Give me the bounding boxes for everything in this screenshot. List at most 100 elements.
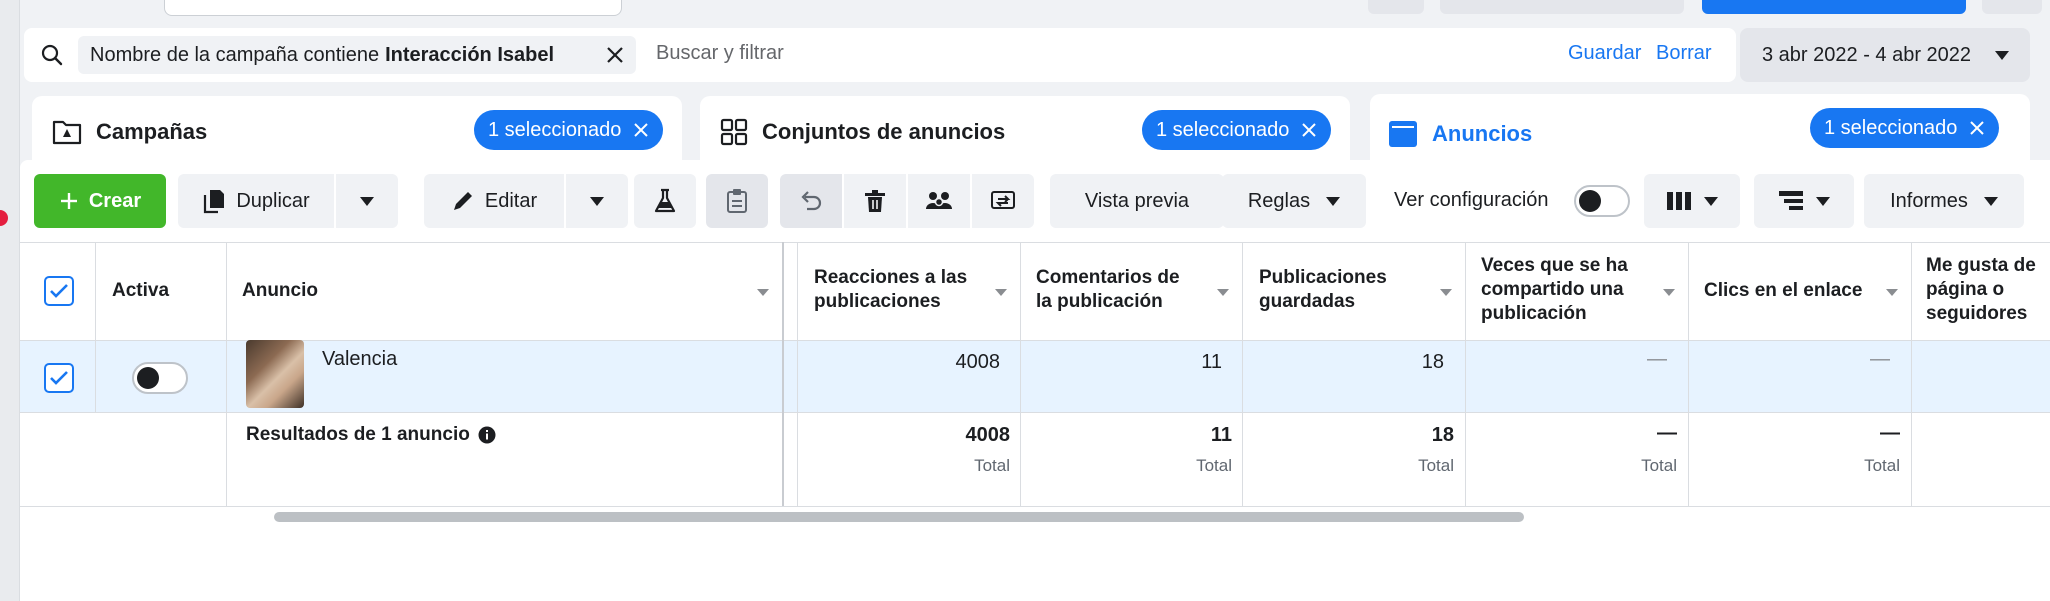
plus-icon xyxy=(60,193,77,209)
close-icon[interactable] xyxy=(1969,120,1985,136)
close-icon[interactable] xyxy=(602,42,628,68)
top-button-1[interactable] xyxy=(1368,0,1424,14)
top-search-field[interactable] xyxy=(164,0,622,16)
campaigns-selected-label: 1 seleccionado xyxy=(488,118,622,141)
edit-button[interactable]: Editar xyxy=(424,174,564,228)
header-shares[interactable]: Veces que se ha compartido una publicaci… xyxy=(1481,254,1628,326)
select-all-checkbox[interactable] xyxy=(44,276,74,306)
top-primary-button[interactable] xyxy=(1702,0,1966,14)
columns-icon xyxy=(1667,192,1691,210)
header-saved-line: Publicaciones xyxy=(1259,267,1387,288)
ads-selected-pill[interactable]: 1 seleccionado xyxy=(1810,108,2000,148)
save-filter-link[interactable]: Guardar xyxy=(1568,42,1641,65)
col-divider xyxy=(1688,242,1689,506)
chevron-down-icon xyxy=(1326,196,1341,206)
header-ad[interactable]: Anuncio xyxy=(242,279,318,303)
ad-name[interactable]: Valencia xyxy=(322,348,397,371)
view-config-toggle[interactable] xyxy=(1574,185,1630,217)
search-icon[interactable] xyxy=(40,43,64,67)
audience-button[interactable] xyxy=(908,174,970,228)
check-icon xyxy=(50,371,68,385)
totals-comments: 11 xyxy=(1210,424,1232,446)
totals-bottom-border xyxy=(20,506,2050,507)
header-likes-line: Me gusta de xyxy=(1926,255,2036,276)
edit-button-label: Editar xyxy=(484,189,538,212)
preview-button[interactable]: Vista previa xyxy=(1050,174,1224,228)
date-range-label: 3 abr 2022 - 4 abr 2022 xyxy=(1762,43,1972,66)
header-reactions-line: Reacciones a las xyxy=(814,267,968,288)
top-button-3[interactable] xyxy=(1982,0,2042,14)
header-comments-line: la publicación xyxy=(1036,291,1163,312)
filter-chip-prefix: Nombre de la campaña contiene xyxy=(90,43,380,66)
row-bottom-border xyxy=(20,412,2050,413)
header-clicks[interactable]: Clics en el enlace xyxy=(1704,279,1862,303)
clipboard-button[interactable] xyxy=(706,174,768,228)
sort-icon[interactable] xyxy=(757,289,769,296)
tab-ads-label: Anuncios xyxy=(1432,121,1533,146)
header-likes[interactable]: Me gusta de página o seguidores xyxy=(1926,254,2036,326)
reports-button-label: Informes xyxy=(1890,189,1968,212)
sort-icon[interactable] xyxy=(1217,289,1229,296)
close-icon[interactable] xyxy=(633,122,649,138)
left-edge xyxy=(0,0,20,601)
filter-chip[interactable]: Nombre de la campaña contiene Interacció… xyxy=(78,36,636,74)
top-button-2[interactable] xyxy=(1440,0,1684,14)
ad-active-toggle[interactable] xyxy=(132,362,188,394)
header-saved[interactable]: Publicaciones guardadas xyxy=(1259,266,1387,314)
sort-icon[interactable] xyxy=(1440,289,1452,296)
view-config-label: Ver configuración xyxy=(1394,189,1549,211)
sort-icon[interactable] xyxy=(1886,289,1898,296)
campaigns-selected-pill[interactable]: 1 seleccionado xyxy=(474,110,664,150)
header-saved-line: guardadas xyxy=(1259,291,1356,312)
row-clicks: — xyxy=(1870,348,1890,370)
header-shares-line: publicación xyxy=(1481,303,1587,324)
grid-icon xyxy=(720,118,748,146)
row-checkbox[interactable] xyxy=(44,363,74,393)
header-reactions[interactable]: Reacciones a las publicaciones xyxy=(814,266,967,314)
sort-icon[interactable] xyxy=(995,289,1007,296)
date-range-picker[interactable]: 3 abr 2022 - 4 abr 2022 xyxy=(1740,28,2030,82)
col-divider xyxy=(1020,242,1021,506)
duplicate-button[interactable]: Duplicar xyxy=(178,174,334,228)
share-button[interactable] xyxy=(972,174,1034,228)
ad-thumbnail[interactable] xyxy=(246,340,304,408)
search-input[interactable]: Buscar y filtrar xyxy=(656,42,784,65)
ads-selected-label: 1 seleccionado xyxy=(1824,116,1958,139)
tab-ad-sets[interactable]: Conjuntos de anuncios 1 seleccionado xyxy=(700,96,1350,168)
create-button-label: Crear xyxy=(88,189,142,212)
ad-sets-selected-pill[interactable]: 1 seleccionado xyxy=(1142,110,1332,150)
ab-test-button[interactable] xyxy=(634,174,696,228)
reports-button[interactable]: Informes xyxy=(1864,174,2024,228)
undo-icon xyxy=(801,191,822,211)
totals-shares-caption: Total xyxy=(1641,456,1677,475)
delete-button[interactable] xyxy=(844,174,906,228)
breakdown-button[interactable] xyxy=(1754,174,1854,228)
rules-button[interactable]: Reglas xyxy=(1222,174,1366,228)
frozen-col-divider[interactable] xyxy=(782,242,784,506)
tab-campaigns-label: Campañas xyxy=(96,119,208,144)
col-divider xyxy=(1465,242,1466,506)
totals-reactions-caption: Total xyxy=(974,456,1010,475)
header-active[interactable]: Activa xyxy=(112,279,169,303)
totals-saved: 18 xyxy=(1431,424,1454,446)
info-icon[interactable] xyxy=(478,426,496,444)
columns-button[interactable] xyxy=(1644,174,1740,228)
table-top-border xyxy=(20,242,2050,243)
preview-button-label: Vista previa xyxy=(1084,189,1190,212)
chevron-down-icon xyxy=(1816,196,1830,206)
tab-campaigns[interactable]: Campañas 1 seleccionado xyxy=(32,96,682,168)
create-button[interactable]: Crear xyxy=(34,174,166,228)
horizontal-scrollbar[interactable] xyxy=(274,512,1524,522)
edit-menu-button[interactable] xyxy=(566,174,628,228)
duplicate-menu-button[interactable] xyxy=(336,174,398,228)
header-comments[interactable]: Comentarios de la publicación xyxy=(1036,266,1180,314)
clear-filter-link[interactable]: Borrar xyxy=(1656,42,1712,65)
chevron-down-icon xyxy=(360,196,374,206)
close-icon[interactable] xyxy=(1301,122,1317,138)
header-bottom-border xyxy=(20,340,2050,341)
sort-icon[interactable] xyxy=(1663,289,1675,296)
undo-button[interactable] xyxy=(780,174,842,228)
toggle-knob xyxy=(137,367,159,389)
ad-sets-selected-label: 1 seleccionado xyxy=(1156,118,1290,141)
trash-icon xyxy=(865,190,885,212)
